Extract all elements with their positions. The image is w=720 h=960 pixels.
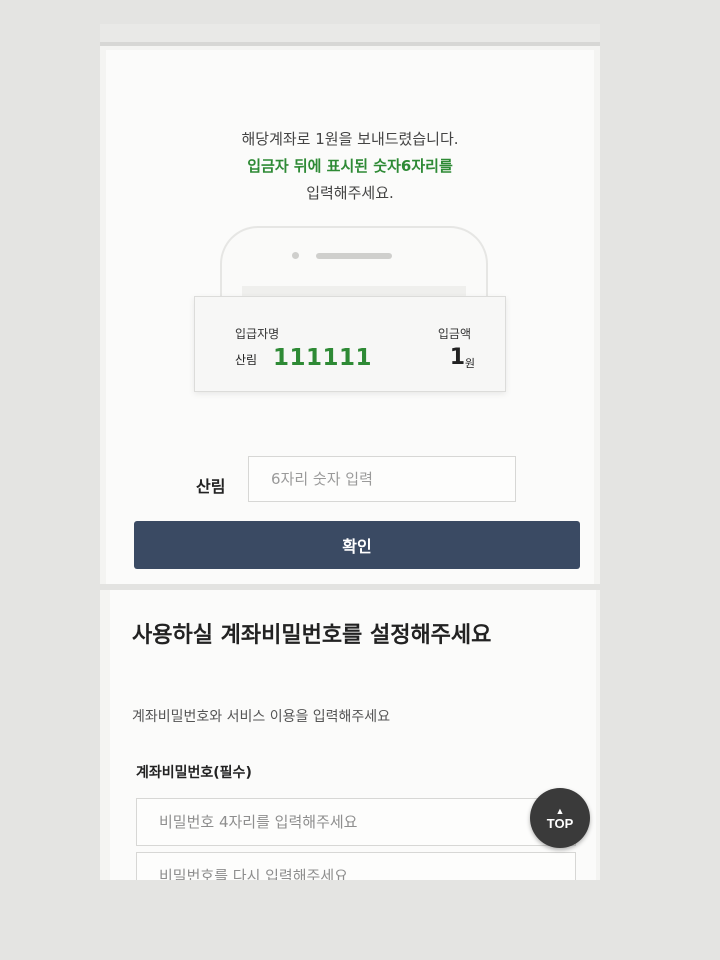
section-title: 사용하실 계좌비밀번호를 설정해주세요 xyxy=(132,623,492,648)
verification-card: 해당계좌로 1원을 보내드렸습니다. 입금자 뒤에 표시된 숫자6자리를 입력해… xyxy=(106,50,594,584)
deposit-amount-label: 입금액 xyxy=(437,327,471,341)
depositor-code: 111111 xyxy=(273,345,373,371)
deposit-unit: 원 xyxy=(464,357,475,370)
app-screen: 해당계좌로 1원을 보내드렸습니다. 입금자 뒤에 표시된 숫자6자리를 입력해… xyxy=(100,24,600,880)
confirm-button[interactable]: 확인 xyxy=(134,521,580,569)
code-prefix-label: 산림 xyxy=(196,477,226,496)
top-bar xyxy=(100,24,600,46)
password-confirm-input[interactable] xyxy=(136,852,576,880)
depositor-name: 산림 xyxy=(235,353,258,367)
section-subtitle: 계좌비밀번호와 서비스 이용을 입력해주세요 xyxy=(132,709,391,725)
code-input[interactable] xyxy=(248,456,516,502)
phone-speaker-icon xyxy=(316,253,392,259)
message-line-3: 입력해주세요. xyxy=(306,184,394,202)
top-label: TOP xyxy=(546,816,574,831)
password-section: 사용하실 계좌비밀번호를 설정해주세요 계좌비밀번호와 서비스 이용을 입력해주… xyxy=(110,590,596,880)
scroll-top-button[interactable]: ▲ TOP xyxy=(530,788,590,848)
message-line-1: 해당계좌로 1원을 보내드렸습니다. xyxy=(241,130,459,148)
depositor-name-label: 입급자명 xyxy=(235,327,280,341)
phone-camera-icon xyxy=(292,252,299,259)
message-line-2: 입금자 뒤에 표시된 숫자6자리를 xyxy=(247,157,453,175)
instruction-message: 해당계좌로 1원을 보내드렸습니다. 입금자 뒤에 표시된 숫자6자리를 입력해… xyxy=(106,126,594,207)
password-label: 계좌비밀번호(필수) xyxy=(136,765,252,781)
triangle-up-icon: ▲ xyxy=(555,806,565,816)
password-input[interactable] xyxy=(136,798,576,846)
deposit-example-card: 입급자명 입금액 산림 111111 1 원 xyxy=(194,296,506,392)
deposit-amount: 1 xyxy=(449,345,465,370)
